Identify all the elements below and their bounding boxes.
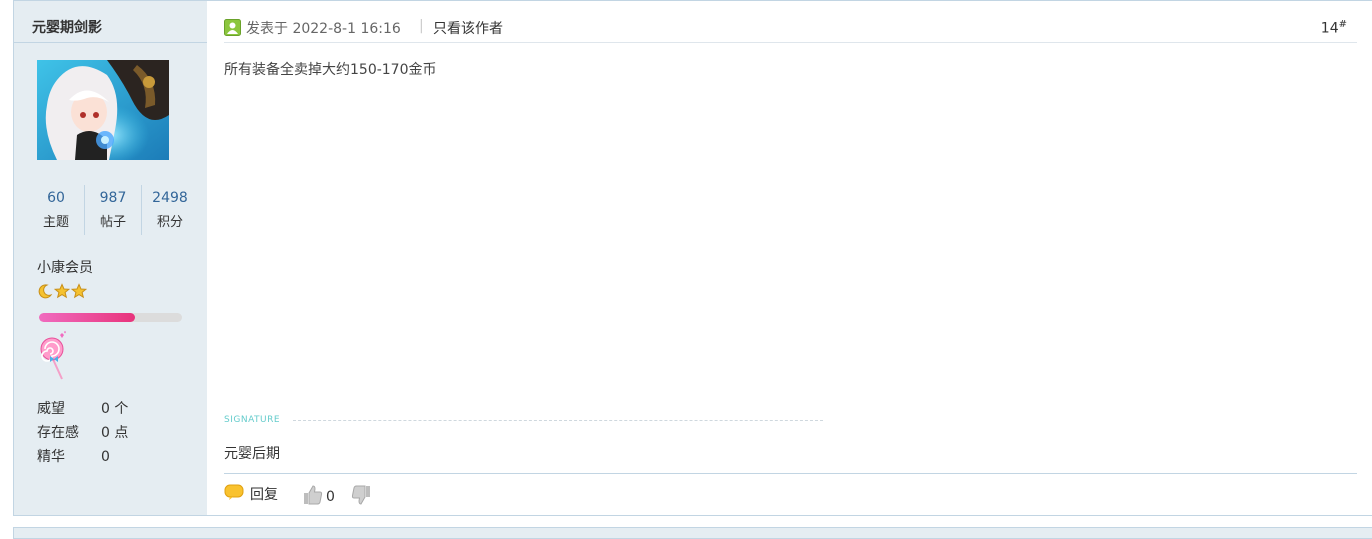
star-icon: [70, 283, 88, 303]
signature-text: 元婴后期: [224, 446, 280, 462]
author-stats: 60 主题 987 帖子 2498 积分: [28, 185, 198, 235]
like-count: 0: [326, 489, 335, 505]
post-container: 元婴期剑影 60 主题 987 帖子 2498 积分 小康会员 威望 0 个 存…: [13, 0, 1372, 516]
floor-number-suffix: #: [1338, 19, 1347, 30]
extra-value: 0 个: [101, 401, 129, 417]
stat-posts[interactable]: 987 帖子: [84, 185, 141, 235]
meta-separator: |: [419, 18, 424, 34]
like-button[interactable]: 0: [302, 484, 335, 510]
extra-key: 存在感: [37, 425, 79, 441]
level-progress-bar: [39, 313, 182, 322]
floor-number[interactable]: 14#: [1321, 19, 1347, 37]
stat-credits-label: 积分: [156, 215, 183, 230]
stat-posts-label: 帖子: [99, 215, 126, 230]
author-sidebar: 元婴期剑影 60 主题 987 帖子 2498 积分 小康会员 威望 0 个 存…: [14, 1, 207, 515]
post-timestamp: 发表于 2022-8-1 16:16: [246, 21, 401, 37]
post-main: 发表于 2022-8-1 16:16 | 只看该作者 14# 所有装备全卖掉大约…: [207, 1, 1372, 515]
reply-button[interactable]: 回复: [224, 484, 278, 504]
extra-key: 威望: [37, 401, 65, 417]
lollipop-icon[interactable]: [38, 331, 70, 385]
stat-credits[interactable]: 2498 积分: [141, 185, 198, 235]
only-author-link[interactable]: 只看该作者: [433, 18, 503, 38]
post-meta: 发表于 2022-8-1 16:16 | 只看该作者 14#: [224, 1, 1357, 43]
author-extra-info: 威望 0 个 存在感 0 点 精华 0: [37, 397, 128, 469]
post-actions: 回复 0: [224, 473, 1357, 515]
level-progress-fill: [39, 313, 135, 322]
author-name[interactable]: 元婴期剑影: [14, 1, 207, 43]
stat-credits-value[interactable]: 2498: [142, 185, 198, 211]
stat-posts-value[interactable]: 987: [85, 185, 141, 211]
extra-row-digest: 精华 0: [37, 445, 128, 469]
moon-icon: [37, 283, 53, 303]
extra-value: 0: [101, 449, 110, 465]
post-content: 所有装备全卖掉大约150-170金币: [224, 62, 437, 78]
user-rank[interactable]: 小康会员: [37, 257, 93, 277]
extra-value: 0 点: [101, 425, 129, 441]
thumbs-up-icon: [302, 484, 324, 510]
stat-threads-value[interactable]: 60: [28, 185, 84, 211]
stat-threads-label: 主题: [42, 215, 69, 230]
dislike-button[interactable]: [350, 484, 372, 510]
extra-row-prestige: 威望 0 个: [37, 397, 128, 421]
floor-number-value: 14: [1320, 20, 1339, 37]
anime-avatar-image: [37, 60, 169, 160]
signature-divider: [293, 420, 823, 421]
star-icon: [53, 283, 71, 303]
extra-row-presence: 存在感 0 点: [37, 421, 128, 445]
reply-label: 回复: [250, 487, 278, 503]
thumbs-down-icon: [350, 485, 372, 510]
extra-key: 精华: [37, 449, 65, 465]
reply-icon: [224, 484, 244, 504]
avatar[interactable]: [37, 60, 169, 160]
stat-threads[interactable]: 60 主题: [28, 185, 84, 235]
online-status-icon: [224, 19, 241, 40]
signature-label: SIGNATURE: [224, 415, 281, 425]
rank-icons: [37, 283, 88, 303]
next-post-edge: [13, 527, 1372, 539]
